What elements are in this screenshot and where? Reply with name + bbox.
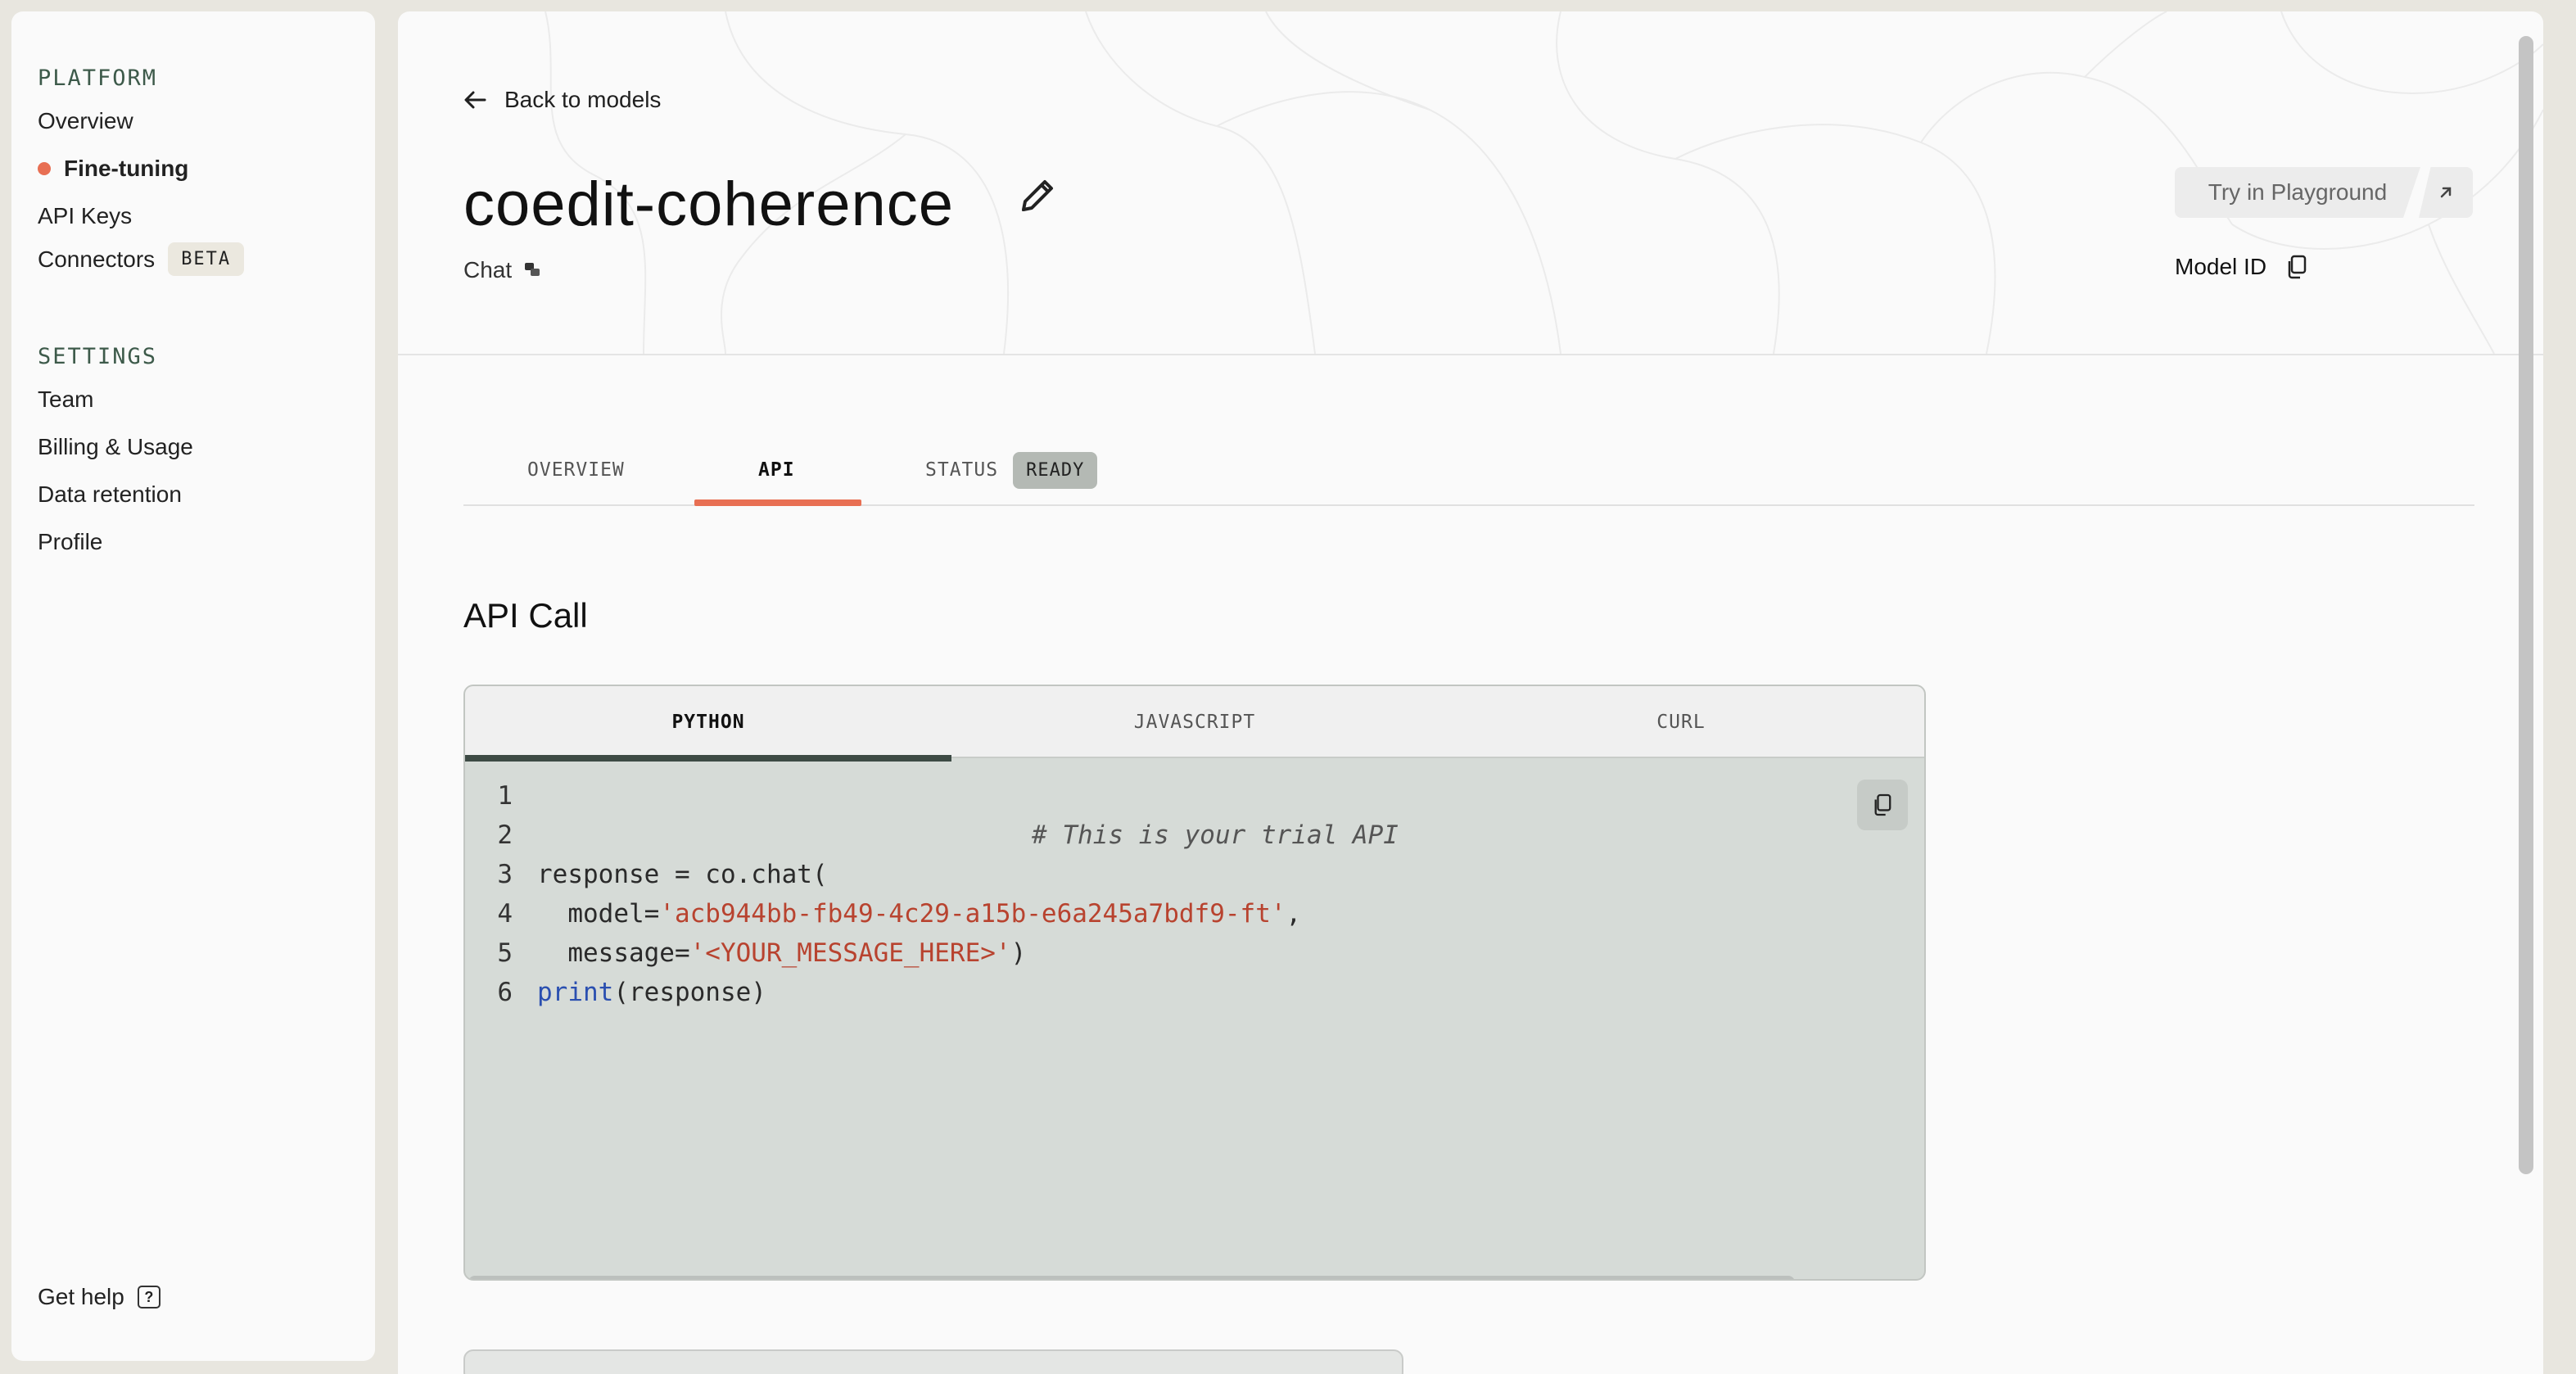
sidebar: PLATFORM Overview Fine-tuning API Keys C… bbox=[11, 11, 375, 1361]
arrow-left-icon bbox=[464, 91, 486, 109]
code-line: 4 model='acb944bb-fb49-4c29-a15b-e6a245a… bbox=[465, 894, 1301, 933]
code-text: response = co.chat( bbox=[537, 860, 828, 889]
code-line: 3 response = co.chat( bbox=[465, 855, 828, 894]
code-line: 1 bbox=[465, 776, 537, 816]
code-tab-label: JAVASCRIPT bbox=[1133, 712, 1256, 733]
vertical-scrollbar[interactable] bbox=[2519, 36, 2533, 1174]
chat-icon bbox=[525, 263, 540, 276]
model-type: Chat bbox=[463, 257, 541, 283]
sidebar-item-fine-tuning[interactable]: Fine-tuning bbox=[38, 156, 188, 182]
model-type-label: Chat bbox=[463, 257, 513, 282]
try-in-playground-button[interactable]: Try in Playground bbox=[2175, 167, 2420, 218]
tab-curl[interactable]: CURL bbox=[1438, 686, 1924, 758]
header-divider bbox=[398, 354, 2543, 355]
copy-icon[interactable] bbox=[2286, 255, 2307, 279]
line-number: 1 bbox=[497, 781, 513, 811]
copy-icon bbox=[1874, 793, 1891, 816]
code-text: model= bbox=[537, 899, 660, 929]
tab-label: STATUS bbox=[925, 459, 999, 481]
code-snippet-panel: PYTHON JAVASCRIPT CURL 1 2 # This is you… bbox=[463, 685, 1926, 1281]
line-number: 3 bbox=[497, 860, 513, 889]
code-text: message= bbox=[537, 938, 690, 968]
code-text: , bbox=[1286, 899, 1302, 929]
status-badge: READY bbox=[1013, 451, 1098, 489]
code-string: 'acb944bb-fb49-4c29-a15b-e6a245a7bdf9-ft… bbox=[659, 899, 1286, 929]
code-string: '<YOUR_MESSAGE_HERE>' bbox=[689, 938, 1011, 968]
code-line: 5 message= '<YOUR_MESSAGE_HERE>') bbox=[465, 933, 1026, 973]
sidebar-item-label: API Keys bbox=[38, 203, 133, 228]
model-id-label: Model ID bbox=[2175, 254, 2267, 279]
code-editor[interactable]: 1 2 # This is your trial API 3 response … bbox=[465, 762, 1924, 1279]
sidebar-item-connectors[interactable]: Connectors BETA bbox=[38, 242, 245, 276]
model-tabs: OVERVIEW API STATUS READY bbox=[463, 434, 2474, 506]
try-button-label: Try in Playground bbox=[2208, 179, 2388, 205]
back-label: Back to models bbox=[504, 87, 662, 112]
code-language-tabs: PYTHON JAVASCRIPT CURL bbox=[465, 686, 1924, 762]
sidebar-item-label: Data retention bbox=[38, 481, 182, 507]
sidebar-item-billing[interactable]: Billing & Usage bbox=[38, 434, 193, 460]
active-code-tab-indicator bbox=[465, 755, 951, 762]
tab-overview[interactable]: OVERVIEW bbox=[527, 434, 625, 506]
code-comment: # This is your trial API bbox=[1032, 820, 1399, 850]
get-help-link[interactable]: Get help ? bbox=[38, 1284, 160, 1310]
line-number: 4 bbox=[497, 899, 513, 929]
get-help-label: Get help bbox=[38, 1284, 124, 1309]
active-dot-icon bbox=[38, 162, 51, 175]
sidebar-item-data-retention[interactable]: Data retention bbox=[38, 481, 182, 508]
platform-section-title: PLATFORM bbox=[38, 66, 158, 91]
code-line: 2 # This is your trial API bbox=[465, 816, 1399, 855]
tab-javascript[interactable]: JAVASCRIPT bbox=[951, 686, 1438, 758]
code-text: ) bbox=[1010, 938, 1027, 968]
code-text: (response) bbox=[613, 978, 766, 1007]
page-title: coedit-coherence bbox=[463, 169, 955, 239]
code-tab-label: PYTHON bbox=[671, 712, 745, 733]
line-number: 6 bbox=[497, 978, 513, 1007]
settings-section-title: SETTINGS bbox=[38, 344, 158, 369]
line-number: 2 bbox=[497, 820, 513, 850]
back-to-models-link[interactable]: Back to models bbox=[463, 87, 661, 113]
external-link-icon bbox=[2440, 187, 2452, 198]
sidebar-item-label: Fine-tuning bbox=[64, 156, 189, 181]
code-line: 6 print (response) bbox=[465, 973, 766, 1012]
tab-label: API bbox=[758, 459, 795, 481]
api-call-title: API Call bbox=[463, 596, 588, 635]
sidebar-item-label: Profile bbox=[38, 529, 103, 554]
model-id: Model ID bbox=[2175, 254, 2307, 280]
sidebar-item-api-keys[interactable]: API Keys bbox=[38, 203, 132, 229]
pencil-icon[interactable] bbox=[1017, 175, 1058, 216]
tab-status[interactable]: STATUS READY bbox=[925, 434, 1098, 506]
sidebar-item-label: Overview bbox=[38, 108, 133, 133]
main-panel: Back to models coedit-coherence Chat Try… bbox=[398, 11, 2543, 1374]
sidebar-item-label: Billing & Usage bbox=[38, 434, 193, 459]
sidebar-item-label: Connectors bbox=[38, 246, 156, 272]
line-number: 5 bbox=[497, 938, 513, 968]
tab-label: OVERVIEW bbox=[527, 459, 625, 481]
code-tab-label: CURL bbox=[1656, 712, 1706, 733]
next-section-card bbox=[463, 1349, 1403, 1374]
active-tab-indicator bbox=[694, 499, 861, 506]
beta-badge: BETA bbox=[168, 242, 245, 276]
question-icon: ? bbox=[137, 1286, 160, 1308]
copy-code-button[interactable] bbox=[1857, 780, 1908, 830]
tab-api[interactable]: API bbox=[758, 434, 795, 506]
code-keyword: print bbox=[537, 978, 614, 1007]
tab-python[interactable]: PYTHON bbox=[465, 686, 951, 758]
sidebar-item-team[interactable]: Team bbox=[38, 386, 93, 413]
sidebar-item-profile[interactable]: Profile bbox=[38, 529, 102, 555]
sidebar-item-label: Team bbox=[38, 386, 94, 412]
horizontal-scrollbar[interactable] bbox=[468, 1276, 1795, 1279]
sidebar-item-overview[interactable]: Overview bbox=[38, 108, 133, 134]
